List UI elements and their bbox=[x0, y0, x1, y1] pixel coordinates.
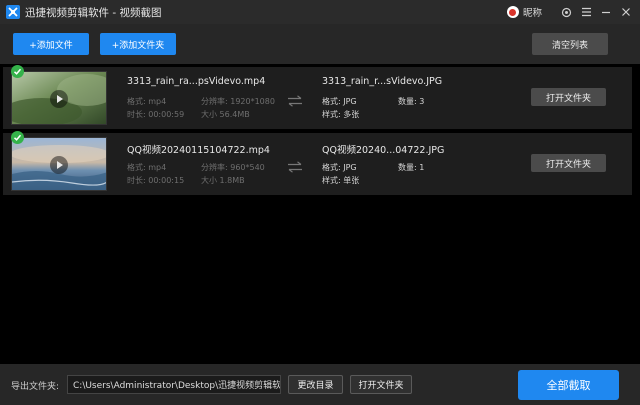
source-format: 格式: mp4 bbox=[127, 97, 167, 106]
output-format: 格式: JPG bbox=[322, 163, 357, 172]
output-file-name: QQ视频20240...04722.JPG bbox=[322, 145, 445, 156]
title-bar-controls: 昵称 bbox=[506, 0, 640, 24]
checkmark-icon bbox=[11, 65, 24, 78]
source-resolution: 分辨率: 960*540 bbox=[201, 163, 265, 172]
open-folder-button[interactable]: 打开文件夹 bbox=[531, 154, 606, 172]
checkmark-icon bbox=[11, 131, 24, 144]
convert-arrows-icon bbox=[288, 161, 302, 173]
source-duration: 时长: 00:00:15 bbox=[127, 176, 185, 185]
menu-icon[interactable] bbox=[576, 0, 596, 24]
minimize-icon[interactable] bbox=[596, 0, 616, 24]
output-count: 数量: 1 bbox=[398, 163, 425, 172]
list-item[interactable]: QQ视频20240115104722.mp4 格式: mp4 分辨率: 960*… bbox=[3, 131, 632, 195]
change-directory-button[interactable]: 更改目录 bbox=[288, 375, 343, 394]
open-output-folder-button[interactable]: 打开文件夹 bbox=[350, 375, 412, 394]
video-thumbnail[interactable] bbox=[11, 137, 107, 191]
output-format: 格式: JPG bbox=[322, 97, 357, 106]
user-avatar[interactable] bbox=[506, 6, 519, 18]
source-format: 格式: mp4 bbox=[127, 163, 167, 172]
source-file-name: QQ视频20240115104722.mp4 bbox=[127, 145, 270, 156]
capture-all-button[interactable]: 全部截取 bbox=[518, 370, 619, 400]
convert-arrows-icon bbox=[288, 95, 302, 107]
source-duration: 时长: 00:00:59 bbox=[127, 110, 185, 119]
source-resolution: 分辨率: 1920*1080 bbox=[201, 97, 275, 106]
source-file-name: 3313_rain_ra...psVidevo.mp4 bbox=[127, 76, 266, 87]
add-file-button[interactable]: +添加文件 bbox=[13, 33, 89, 55]
list-item[interactable]: 3313_rain_ra...psVidevo.mp4 格式: mp4 分辨率:… bbox=[3, 65, 632, 129]
title-bar: 迅捷视频剪辑软件 - 视频截图 昵称 bbox=[0, 0, 640, 24]
play-icon[interactable] bbox=[50, 156, 68, 174]
output-folder-label: 导出文件夹: bbox=[11, 382, 60, 392]
output-file-name: 3313_rain_r...sVidevo.JPG bbox=[322, 76, 443, 87]
output-count: 数量: 3 bbox=[398, 97, 425, 106]
output-style: 样式: 单张 bbox=[322, 176, 360, 185]
toolbar: +添加文件 +添加文件夹 清空列表 bbox=[0, 24, 640, 64]
play-icon[interactable] bbox=[50, 90, 68, 108]
settings-icon[interactable] bbox=[556, 0, 576, 24]
window-title: 迅捷视频剪辑软件 - 视频截图 bbox=[25, 6, 162, 19]
close-icon[interactable] bbox=[616, 0, 636, 24]
clear-list-button[interactable]: 清空列表 bbox=[532, 33, 608, 55]
app-logo-icon bbox=[6, 5, 20, 19]
output-path-field[interactable]: C:\Users\Administrator\Desktop\迅捷视频剪辑软件 bbox=[67, 375, 281, 394]
output-style: 样式: 多张 bbox=[322, 110, 360, 119]
source-size: 大小 1.8MB bbox=[201, 176, 245, 185]
file-list: 3313_rain_ra...psVidevo.mp4 格式: mp4 分辨率:… bbox=[0, 64, 640, 364]
video-thumbnail[interactable] bbox=[11, 71, 107, 125]
source-size: 大小 56.4MB bbox=[201, 110, 250, 119]
open-folder-button[interactable]: 打开文件夹 bbox=[531, 88, 606, 106]
bottom-bar: 导出文件夹: C:\Users\Administrator\Desktop\迅捷… bbox=[0, 364, 640, 405]
add-folder-button[interactable]: +添加文件夹 bbox=[100, 33, 176, 55]
username[interactable]: 昵称 bbox=[523, 5, 542, 19]
